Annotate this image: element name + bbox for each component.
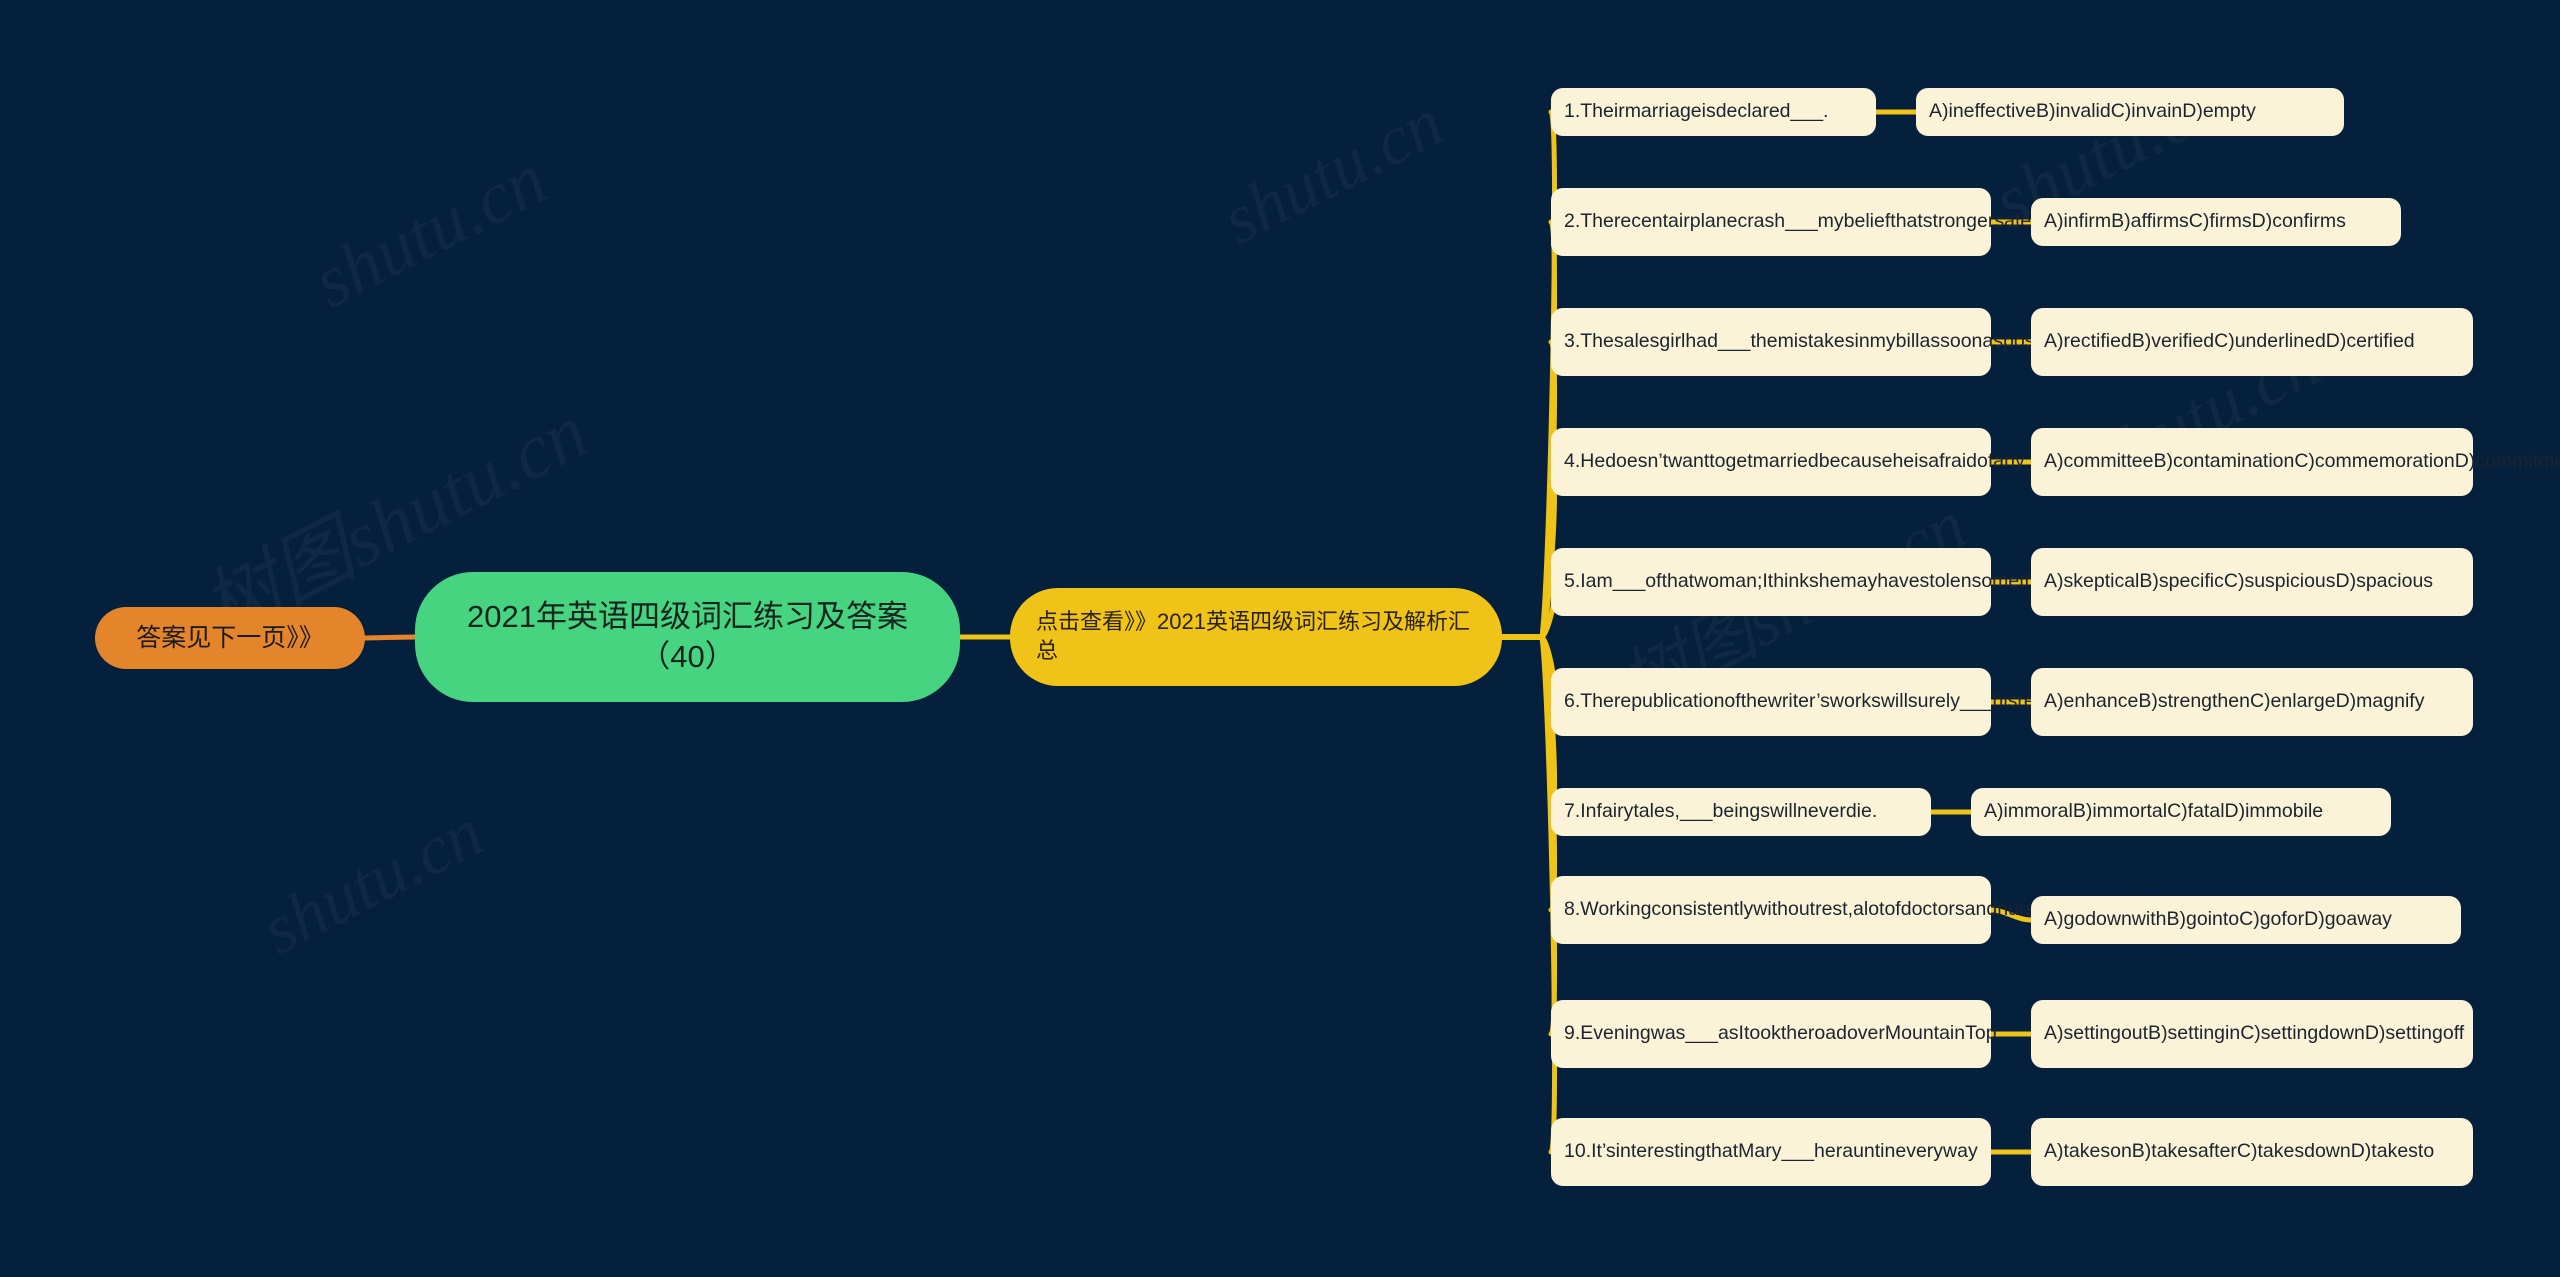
answer-node-6[interactable]: A)enhanceB)strengthenC)enlargeD)magnify <box>2031 668 2473 736</box>
answer-node-2-label: A)infirmB)affirmsC)firmsD)confirms <box>2044 210 2346 233</box>
answer-node-5[interactable]: A)skepticalB)specificC)suspiciousD)spaci… <box>2031 548 2473 616</box>
question-node-4-label: 4.Hedoesn’twanttogetmarriedbecauseheisaf… <box>1564 450 2063 473</box>
question-node-1-label: 1.Theirmarriageisdeclared___. <box>1564 100 1829 123</box>
answer-node-2[interactable]: A)infirmB)affirmsC)firmsD)confirms <box>2031 198 2401 246</box>
root-node-label: 2021年英语四级词汇练习及答案（40） <box>467 598 908 674</box>
question-node-6-label: 6.Therepublicationofthewriter’sworkswill… <box>1564 690 2110 713</box>
question-node-3[interactable]: 3.Thesalesgirlhad___themistakesinmybilla… <box>1551 308 2080 376</box>
question-node-10-label: 10.It’sinterestingthatMary___herauntinev… <box>1564 1140 1978 1163</box>
question-node-2[interactable]: 2.Therecentairplanecrash___mybeliefthats… <box>1551 188 2241 256</box>
mindmap-canvas: 树图shutu.cnshutu.cnshutu.cnshutu.cnshutu.… <box>0 0 2560 1277</box>
prev-page-node-label: 答案见下一页》》 <box>136 623 324 652</box>
question-node-5-label: 5.Iam___ofthatwoman;Ithinkshemayhavestol… <box>1564 570 2177 593</box>
answer-node-4-label: A)committeeB)contaminationC)commemoratio… <box>2044 450 2560 473</box>
answer-node-10-label: A)takesonB)takesafterC)takesdownD)takest… <box>2044 1140 2435 1163</box>
question-node-6[interactable]: 6.Therepublicationofthewriter’sworkswill… <box>1551 668 2110 736</box>
answer-node-10[interactable]: A)takesonB)takesafterC)takesdownD)takest… <box>2031 1118 2473 1186</box>
answer-node-1-label: A)ineffectiveB)invalidC)invainD)empty <box>1929 100 2256 123</box>
question-node-8[interactable]: 8.Workingconsistentlywithoutrest,alotofd… <box>1551 876 2147 944</box>
answer-node-9-label: A)settingoutB)settinginC)settingdownD)se… <box>2044 1022 2465 1045</box>
root-node[interactable]: 2021年英语四级词汇练习及答案（40） <box>415 572 960 702</box>
prev-page-node[interactable]: 答案见下一页》》 <box>95 607 365 669</box>
answer-node-7[interactable]: A)immoralB)immortalC)fatalD)immobile <box>1971 788 2391 836</box>
answer-node-5-label: A)skepticalB)specificC)suspiciousD)spaci… <box>2044 570 2434 593</box>
answer-node-1[interactable]: A)ineffectiveB)invalidC)invainD)empty <box>1916 88 2344 136</box>
question-node-8-label: 8.Workingconsistentlywithoutrest,alotofd… <box>1564 898 2147 921</box>
question-node-7-label: 7.Infairytales,___beingswillneverdie. <box>1564 800 1878 823</box>
question-node-1[interactable]: 1.Theirmarriageisdeclared___. <box>1551 88 1876 136</box>
question-node-2-label: 2.Therecentairplanecrash___mybeliefthats… <box>1564 210 2241 233</box>
answer-node-4[interactable]: A)committeeB)contaminationC)commemoratio… <box>2031 428 2560 496</box>
question-node-5[interactable]: 5.Iam___ofthatwoman;Ithinkshemayhavestol… <box>1551 548 2177 616</box>
connector <box>362 634 418 641</box>
answer-node-7-label: A)immoralB)immortalC)fatalD)immobile <box>1984 800 2324 823</box>
answer-node-6-label: A)enhanceB)strengthenC)enlargeD)magnify <box>2044 690 2425 713</box>
question-node-4[interactable]: 4.Hedoesn’twanttogetmarriedbecauseheisaf… <box>1551 428 2063 496</box>
answer-node-3[interactable]: A)rectifiedB)verifiedC)underlinedD)certi… <box>2031 308 2473 376</box>
question-node-10[interactable]: 10.It’sinterestingthatMary___herauntinev… <box>1551 1118 1991 1186</box>
answer-node-8[interactable]: A)godownwithB)gointoC)goforD)goaway <box>2031 896 2461 944</box>
question-node-7[interactable]: 7.Infairytales,___beingswillneverdie. <box>1551 788 1931 836</box>
answer-node-3-label: A)rectifiedB)verifiedC)underlinedD)certi… <box>2044 330 2415 353</box>
answer-node-9[interactable]: A)settingoutB)settinginC)settingdownD)se… <box>2031 1000 2473 1068</box>
answer-node-8-label: A)godownwithB)gointoC)goforD)goaway <box>2044 908 2392 931</box>
summary-node-label: 点击查看》》2021英语四级词汇练习及解析汇总 <box>1036 609 1470 663</box>
question-node-3-label: 3.Thesalesgirlhad___themistakesinmybilla… <box>1564 330 2080 353</box>
question-node-9-label: 9.Eveningwas___asItooktheroadoverMountai… <box>1564 1022 1997 1045</box>
question-node-9[interactable]: 9.Eveningwas___asItooktheroadoverMountai… <box>1551 1000 1997 1068</box>
summary-node[interactable]: 点击查看》》2021英语四级词汇练习及解析汇总 <box>1010 588 1502 686</box>
